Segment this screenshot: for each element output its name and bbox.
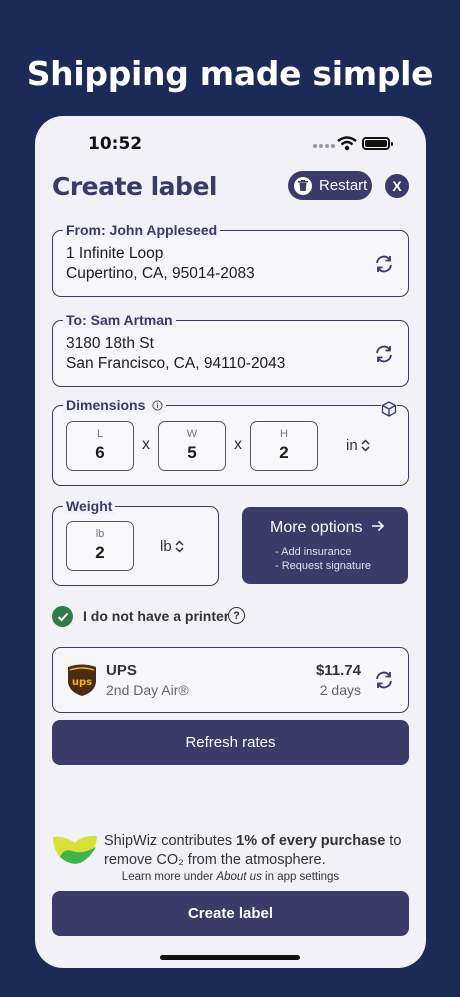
status-bar: 10:52 [35, 134, 426, 156]
from-address-field[interactable]: From: John Appleseed 1 Infinite Loop Cup… [52, 222, 409, 297]
checkmark-icon [57, 612, 68, 621]
rate-eta: 2 days [319, 682, 361, 698]
restart-button[interactable]: Restart [288, 171, 372, 200]
arrow-right-icon [371, 520, 385, 532]
refresh-rates-button[interactable]: Refresh rates [52, 720, 409, 765]
width-label: W [186, 428, 198, 440]
weight-field: Weight lb 2 lb [52, 498, 219, 586]
page-title: Create label [52, 172, 217, 201]
rate-price: $11.74 [315, 662, 361, 679]
learn-more-pre: Learn more under [121, 871, 217, 883]
from-address: 1 Infinite Loop Cupertino, CA, 95014-208… [66, 244, 255, 284]
chevron-up-down-icon [175, 540, 184, 553]
height-value: 2 [279, 443, 289, 462]
weight-value: 2 [95, 543, 105, 562]
from-line1: 1 Infinite Loop [66, 245, 164, 262]
ups-logo-text: ups [72, 677, 92, 688]
from-line2: Cupertino, CA, 95014-2083 [66, 265, 255, 282]
printer-label[interactable]: I do not have a printer [83, 608, 229, 624]
leaf-logo [53, 835, 97, 864]
weight-unit: lb [160, 538, 172, 555]
to-legend: To: Sam Artman [63, 312, 176, 328]
chevron-up-down-icon [361, 439, 370, 452]
length-label: L [96, 428, 104, 440]
contribution-bold: 1% of every purchase [236, 833, 386, 849]
contribution-pre: ShipWiz contributes [104, 833, 237, 849]
refresh-icon[interactable] [374, 671, 394, 689]
more-options-button[interactable]: More options - Add insurance - Request s… [242, 507, 408, 584]
status-time: 10:52 [88, 134, 143, 154]
dimension-unit: in [346, 437, 358, 454]
weight-legend: Weight [63, 498, 116, 514]
create-label-button[interactable]: Create label [52, 891, 409, 936]
carrier-name: UPS [106, 662, 137, 679]
more-option-insurance: - Add insurance [275, 546, 352, 558]
width-value: 5 [187, 443, 197, 462]
learn-more-post: in app settings [261, 871, 340, 883]
height-label: H [280, 428, 288, 440]
info-icon[interactable] [152, 400, 163, 411]
restart-label: Restart [319, 177, 368, 194]
height-input[interactable]: H 2 [250, 421, 318, 471]
learn-more-text: Learn more under About us in app setting… [35, 871, 426, 883]
to-address: 3180 18th St San Francisco, CA, 94110-20… [66, 334, 285, 374]
weight-label: lb [95, 528, 105, 540]
service-name: 2nd Day Air® [106, 682, 189, 698]
from-legend: From: John Appleseed [63, 222, 221, 238]
to-line1: 3180 18th St [66, 335, 154, 352]
more-option-signature: - Request signature [275, 560, 371, 572]
trash-icon [294, 176, 312, 195]
battery-icon [362, 137, 393, 150]
rate-card[interactable]: ups UPS 2nd Day Air® $11.74 2 days [52, 647, 409, 713]
more-options-title: More options [270, 519, 385, 537]
refresh-icon[interactable] [374, 255, 394, 273]
to-address-field[interactable]: To: Sam Artman 3180 18th St San Francisc… [52, 312, 409, 387]
weight-unit-select[interactable]: lb [160, 538, 184, 555]
about-us-link: About us [216, 871, 262, 883]
wifi-icon [337, 136, 357, 151]
phone-screen: 10:52 Create label Restart X From: John … [35, 116, 426, 968]
length-input[interactable]: L 6 [66, 421, 134, 471]
weight-input[interactable]: lb 2 [66, 521, 134, 571]
close-button[interactable]: X [385, 174, 409, 198]
signal-icon [313, 144, 335, 148]
package-icon [381, 401, 397, 417]
ups-logo: ups [68, 664, 96, 696]
refresh-icon[interactable] [374, 345, 394, 363]
dimensions-field: Dimensions L 6 x W 5 x H 2 in [52, 397, 409, 486]
contribution-text: ShipWiz contributes 1% of every purchase… [104, 832, 410, 870]
dimensions-label: Dimensions [66, 397, 146, 413]
dimensions-legend: Dimensions [63, 397, 167, 413]
home-indicator [160, 955, 300, 960]
length-value: 6 [95, 443, 105, 462]
dimension-unit-select[interactable]: in [346, 437, 370, 454]
more-options-label: More options [270, 519, 363, 536]
times-sign: x [234, 436, 242, 453]
headline: Shipping made simple [26, 54, 434, 93]
help-icon[interactable]: ? [228, 607, 245, 624]
times-sign: x [142, 436, 150, 453]
printer-checkbox[interactable] [52, 606, 73, 627]
width-input[interactable]: W 5 [158, 421, 226, 471]
to-line2: San Francisco, CA, 94110-2043 [66, 355, 286, 372]
